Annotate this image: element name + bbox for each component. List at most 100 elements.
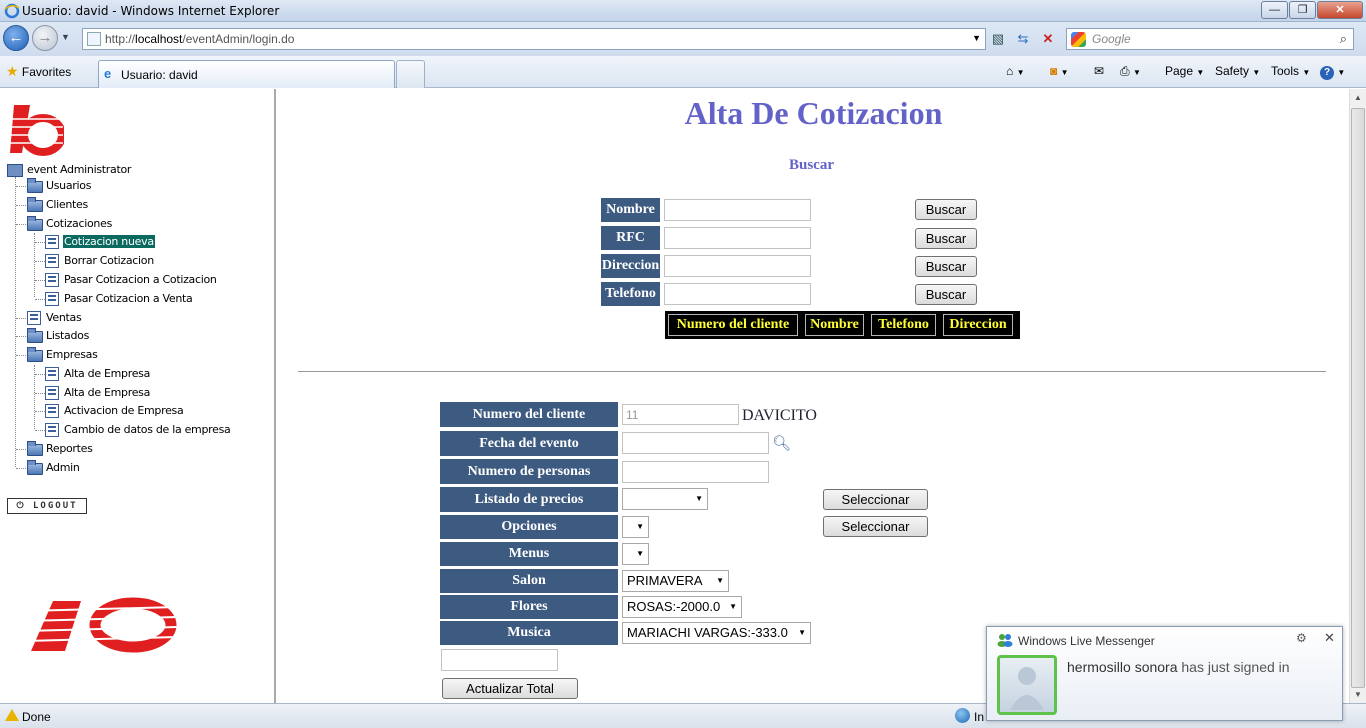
sidebar-item-cotizacion-nueva[interactable]: Cotizacion nueva [63, 235, 155, 248]
listado-precios-select[interactable]: ▼ [622, 488, 708, 510]
document-icon [45, 367, 59, 381]
compat-view-icon[interactable]: ▧ [988, 29, 1008, 49]
messenger-notification[interactable]: Windows Live Messenger ⚙ ✕ hermosillo so… [986, 626, 1343, 721]
favorites-bar: ★ Favorites e Usuario: david ⌂ ▼ ◙ ▼ ✉ ⎙… [0, 56, 1366, 88]
main-content-frame: Alta De Cotizacion Buscar Nombre Buscar … [278, 89, 1349, 703]
sidebar-item-listados[interactable]: Listados [46, 329, 89, 342]
notification-message: hermosillo sonora has just signed in [1067, 659, 1290, 675]
sidebar-item-clientes[interactable]: Clientes [46, 198, 88, 211]
tree-root[interactable]: event Administrator [27, 163, 131, 176]
seleccionar-precios-button[interactable]: Seleccionar [823, 489, 928, 510]
label-listado-precios: Listado de precios [440, 487, 618, 512]
direccion-search-input[interactable] [664, 255, 811, 277]
folder-icon [27, 441, 43, 456]
sidebar-item-borrar-cotizacion[interactable]: Borrar Cotizacion [64, 254, 154, 267]
warning-icon [5, 709, 19, 721]
zone-text: In [974, 710, 985, 724]
company-logo-large [25, 597, 177, 653]
help-menu[interactable]: ? ▼ [1320, 64, 1345, 80]
minimize-button[interactable]: — [1261, 1, 1288, 19]
opciones-select[interactable]: ▼ [622, 516, 649, 538]
document-icon [45, 292, 59, 306]
sidebar-item-pasar-venta[interactable]: Pasar Cotizacion a Venta [64, 292, 193, 305]
page-title: Alta De Cotizacion [684, 95, 943, 131]
sidebar-item-reportes[interactable]: Reportes [46, 442, 93, 455]
sidebar-item-alta-empresa-2[interactable]: Alta de Empresa [64, 386, 150, 399]
tools-menu[interactable]: Tools ▼ [1271, 64, 1310, 78]
chevron-down-icon: ▼ [695, 494, 703, 503]
close-icon[interactable]: ✕ [1324, 630, 1335, 646]
buscar-nombre-button[interactable]: Buscar [915, 199, 977, 220]
vertical-scrollbar[interactable]: ▲ ▼ [1349, 89, 1366, 703]
seleccionar-opciones-button[interactable]: Seleccionar [823, 516, 928, 537]
search-box[interactable]: Google ⌕ [1066, 28, 1354, 50]
forward-button[interactable]: → [32, 25, 58, 51]
sidebar-item-cambio-datos[interactable]: Cambio de datos de la empresa [64, 423, 231, 436]
sidebar-item-cotizaciones[interactable]: Cotizaciones [46, 217, 112, 230]
search-heading: Buscar [789, 157, 834, 173]
calendar-magnifier-icon[interactable]: 🔍︎ [772, 434, 791, 452]
internet-zone-icon [955, 708, 970, 723]
search-label-nombre: Nombre [601, 198, 660, 222]
folder-icon [27, 197, 43, 212]
tab-current[interactable]: e Usuario: david [98, 60, 395, 88]
sidebar-item-activacion-empresa[interactable]: Activacion de Empresa [64, 404, 184, 417]
print-icon[interactable]: ⎙ ▼ [1120, 64, 1141, 79]
musica-select[interactable]: MARIACHI VARGAS:-333.0 ▼ [622, 622, 811, 644]
scroll-down-icon[interactable]: ▼ [1350, 686, 1366, 703]
scroll-thumb[interactable] [1351, 108, 1365, 688]
telefono-search-input[interactable] [664, 283, 811, 305]
feeds-icon[interactable]: ◙ ▼ [1050, 64, 1069, 78]
address-dropdown-icon[interactable]: ▼ [972, 33, 981, 43]
home-icon[interactable]: ⌂ ▼ [1006, 64, 1025, 78]
left-nav-frame: event Administrator Usuarios Clientes Co… [0, 89, 276, 703]
fecha-evento-input[interactable] [622, 432, 769, 454]
sidebar-item-empresas[interactable]: Empresas [46, 348, 98, 361]
open-folder-icon [27, 216, 43, 231]
sidebar-item-pasar-cotizacion[interactable]: Pasar Cotizacion a Cotizacion [64, 273, 217, 286]
buscar-telefono-button[interactable]: Buscar [915, 284, 977, 305]
numero-personas-input[interactable] [622, 461, 769, 483]
chevron-down-icon: ▼ [729, 602, 737, 611]
rfc-search-input[interactable] [664, 227, 811, 249]
menus-select[interactable]: ▼ [622, 543, 649, 565]
notification-title: Windows Live Messenger [1018, 634, 1155, 648]
results-col-numero: Numero del cliente [668, 314, 798, 336]
refresh-icon[interactable]: ⇆ [1013, 29, 1033, 49]
status-text: Done [22, 710, 51, 724]
sidebar-item-alta-empresa[interactable]: Alta de Empresa [64, 367, 150, 380]
recent-pages-dropdown-icon[interactable]: ▼ [61, 32, 70, 42]
nombre-search-input[interactable] [664, 199, 811, 221]
back-button[interactable]: ← [3, 25, 29, 51]
sidebar-item-admin[interactable]: Admin [46, 461, 80, 474]
tab-label: Usuario: david [121, 68, 198, 82]
document-icon [45, 254, 59, 268]
messenger-buddy-icon [997, 634, 1013, 647]
company-logo [8, 105, 64, 156]
buscar-rfc-button[interactable]: Buscar [915, 228, 977, 249]
page-menu[interactable]: Page ▼ [1165, 64, 1204, 78]
logout-button[interactable]: ⏻ LOGOUT [7, 498, 87, 514]
sidebar-item-usuarios[interactable]: Usuarios [46, 179, 91, 192]
label-opciones: Opciones [440, 515, 618, 539]
actualizar-total-button[interactable]: Actualizar Total [442, 678, 578, 699]
salon-select[interactable]: PRIMAVERA ▼ [622, 570, 729, 592]
total-field[interactable] [441, 649, 558, 671]
gear-icon[interactable]: ⚙ [1296, 631, 1307, 645]
mail-icon[interactable]: ✉ [1094, 64, 1104, 78]
address-bar[interactable]: http://localhost/eventAdmin/login.do ▼ [82, 28, 986, 50]
numero-cliente-field[interactable]: 11 [622, 404, 739, 425]
maximize-button[interactable]: ❐ [1289, 1, 1316, 19]
close-window-button[interactable]: ✕ [1317, 1, 1363, 19]
search-icon[interactable]: ⌕ [1340, 31, 1347, 47]
sidebar-item-ventas[interactable]: Ventas [46, 311, 82, 324]
flores-select[interactable]: ROSAS:-2000.0 ▼ [622, 596, 742, 618]
stop-icon[interactable]: ✕ [1038, 29, 1058, 49]
favorites-button[interactable]: ★ Favorites [6, 63, 71, 80]
label-numero-cliente: Numero del cliente [440, 402, 618, 427]
new-tab-button[interactable] [396, 60, 425, 88]
buscar-direccion-button[interactable]: Buscar [915, 256, 977, 277]
chevron-down-icon: ▼ [636, 522, 644, 531]
scroll-up-icon[interactable]: ▲ [1350, 89, 1366, 106]
safety-menu[interactable]: Safety ▼ [1215, 64, 1260, 78]
